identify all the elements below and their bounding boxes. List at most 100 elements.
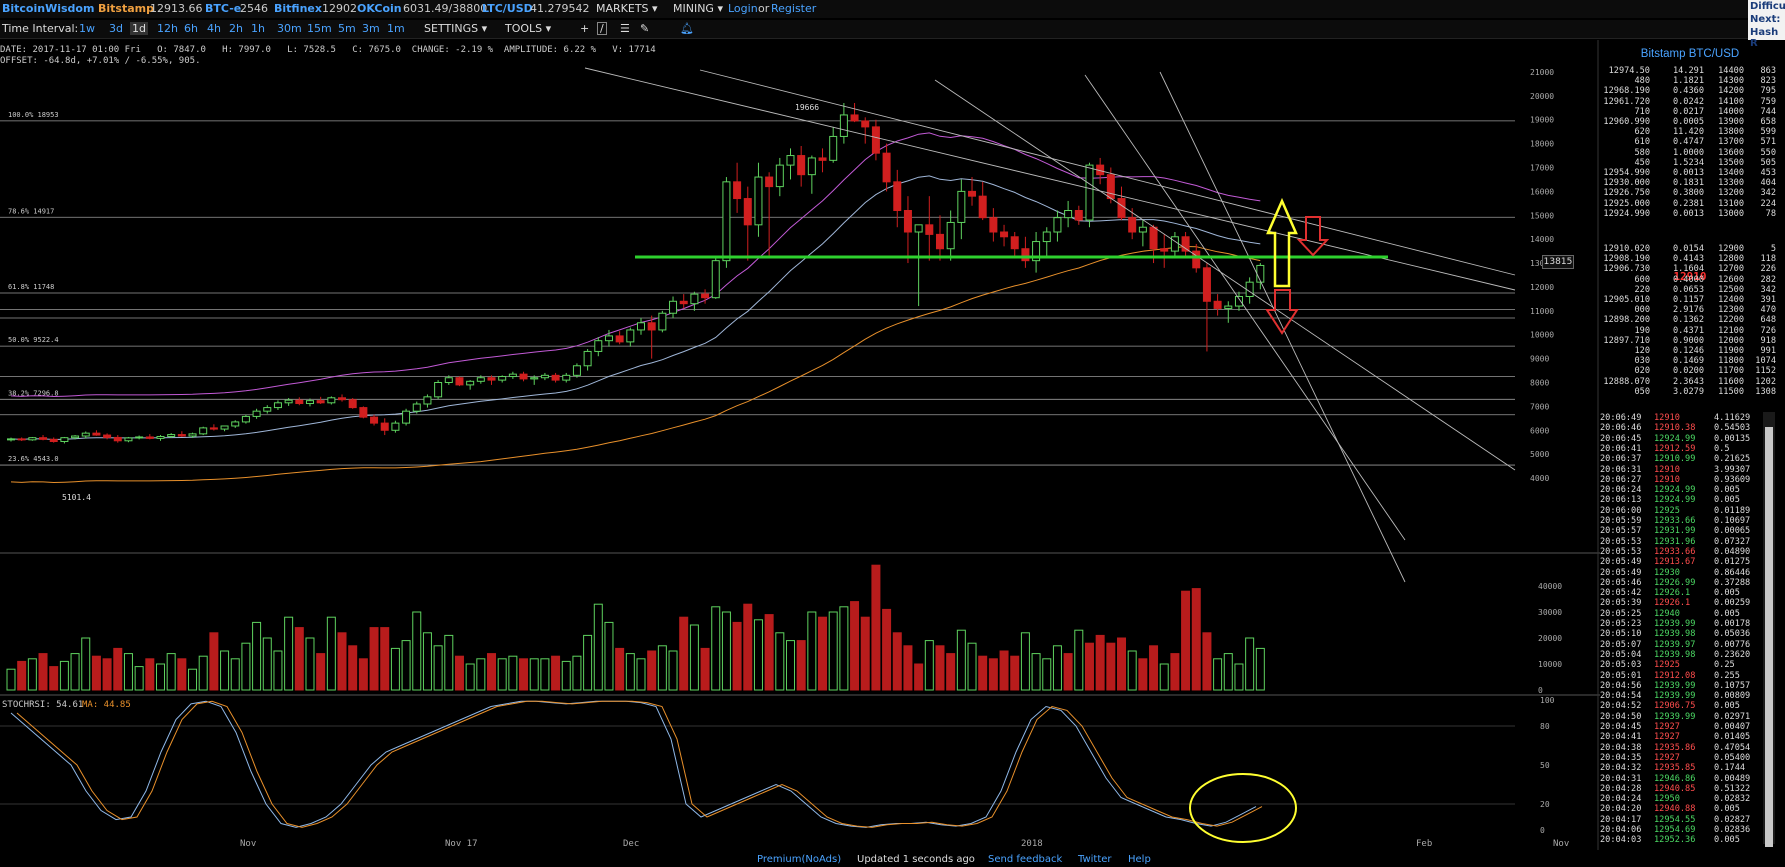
volume-bar xyxy=(1031,653,1041,691)
volume-bar xyxy=(807,611,817,691)
candle-body xyxy=(1234,296,1243,307)
volume-bar xyxy=(657,645,667,691)
trade-row-cell: 0.00776 xyxy=(1714,639,1751,650)
volume-bar xyxy=(70,653,80,691)
trade-row-cell: 0.21625 xyxy=(1714,454,1751,465)
volume-bar xyxy=(380,627,390,691)
trade-row: 20:04:52 12906.75 0.005 xyxy=(1598,701,1782,711)
trade-row-cell: 20:05:25 xyxy=(1600,608,1642,619)
premium-link[interactable]: Premium(NoAds) xyxy=(757,854,841,865)
x-axis-label: 2018 xyxy=(1021,839,1043,849)
trade-row-cell: 0.37288 xyxy=(1714,577,1751,588)
trade-row-cell: 12939.99 xyxy=(1654,711,1696,722)
price-chart[interactable]: 4000500060007000800090001000011000120001… xyxy=(0,0,1600,850)
volume-bar xyxy=(1052,645,1062,691)
ask-row-cell: 550 xyxy=(1760,147,1776,158)
bid-row-cell: 726 xyxy=(1760,325,1776,336)
bid-row-cell: 648 xyxy=(1760,315,1776,326)
candle-body xyxy=(658,312,667,331)
candle-body xyxy=(466,380,475,386)
trade-row: 20:04:41 12927 0.01405 xyxy=(1598,732,1782,742)
ask-row-cell: 1.0000 xyxy=(1672,147,1704,158)
candle-body xyxy=(871,126,880,154)
candle-body xyxy=(935,233,944,250)
bid-row-cell: 11500 xyxy=(1718,386,1744,397)
trade-row: 20:06:46 12910.38 0.54503 xyxy=(1598,423,1782,433)
ask-row-cell: 12926.750 xyxy=(1603,188,1650,199)
stochrsi-line xyxy=(10,700,1257,828)
trade-row-cell: 12927 xyxy=(1654,752,1680,763)
candle-body xyxy=(252,410,261,417)
bid-row-cell: 12100 xyxy=(1718,325,1744,336)
volume-bar xyxy=(956,629,966,691)
bid-row-cell: 12908.190 xyxy=(1603,254,1650,265)
scroll-thumb[interactable] xyxy=(1765,427,1773,847)
trade-row-cell: 0.005 xyxy=(1714,835,1740,846)
trade-row-cell: 20:05:42 xyxy=(1600,588,1642,599)
volume-bar xyxy=(241,642,251,691)
ask-row: 12926.750 0.3800 13200 342 xyxy=(1598,188,1782,198)
price-tick-label: 21000 xyxy=(1530,68,1554,77)
volume-bar xyxy=(540,658,550,691)
bid-row-cell: 12897.710 xyxy=(1603,335,1650,346)
trade-row-cell: 12940.88 xyxy=(1654,804,1696,815)
price-tick-label: 15000 xyxy=(1530,211,1554,220)
candle-body xyxy=(861,120,870,128)
x-axis-label: Nov xyxy=(1553,839,1569,849)
candle-body xyxy=(540,374,549,379)
help-link[interactable]: Help xyxy=(1128,854,1151,865)
volume-bar xyxy=(700,647,710,691)
bid-row-cell: 0.1469 xyxy=(1672,356,1704,367)
candle-body xyxy=(925,224,934,235)
volume-bar xyxy=(604,621,614,691)
trade-row-cell: 12924.99 xyxy=(1654,485,1696,496)
footer: Premium(NoAds) Updated 1 seconds ago Sen… xyxy=(0,853,1785,867)
volume-bar xyxy=(551,655,561,691)
candle-body xyxy=(455,377,464,386)
ask-row-cell: 12925.000 xyxy=(1603,198,1650,209)
candle-body xyxy=(1160,248,1169,252)
candle-body xyxy=(103,434,112,438)
candle-body xyxy=(594,340,603,352)
bid-row-cell: 12910.020 xyxy=(1603,244,1650,254)
trade-row-cell: 12931.99 xyxy=(1654,526,1696,537)
volume-bar xyxy=(935,645,945,691)
price-tick-label: 17000 xyxy=(1530,164,1554,173)
bid-row-cell: 1308 xyxy=(1755,386,1776,397)
volume-tick-label: 30000 xyxy=(1538,608,1562,617)
candle-body xyxy=(487,377,496,381)
candle-body xyxy=(519,373,528,380)
bid-row-cell: 000 xyxy=(1634,305,1650,316)
bid-row: 600 0.4000 12600 282 xyxy=(1598,275,1782,285)
bid-row-cell: 0.0154 xyxy=(1672,244,1704,254)
trade-row-cell: 0.93609 xyxy=(1714,474,1751,485)
candle-body xyxy=(711,260,720,299)
volume-bar xyxy=(465,663,475,691)
volume-bar xyxy=(294,627,304,691)
trade-row-cell: 0.25 xyxy=(1714,660,1735,671)
ask-row-cell: 13700 xyxy=(1718,137,1744,148)
trade-row-cell: 12924.99 xyxy=(1654,433,1696,444)
red-arrow-down xyxy=(1296,216,1330,257)
ask-row-cell: 0.4360 xyxy=(1672,86,1704,97)
twitter-link[interactable]: Twitter xyxy=(1078,854,1112,865)
trade-row-cell: 20:06:31 xyxy=(1600,464,1642,475)
volume-bar xyxy=(497,658,507,691)
trade-row-cell: 20:05:57 xyxy=(1600,526,1642,537)
candle-body xyxy=(1074,210,1083,221)
trade-row-cell: 0.00135 xyxy=(1714,433,1751,444)
trades-scrollbar[interactable] xyxy=(1763,412,1775,847)
price-tick-label: 10000 xyxy=(1530,331,1554,340)
bid-row-cell: 12200 xyxy=(1718,315,1744,326)
low-label: 5101.4 xyxy=(62,493,91,502)
ask-row-cell: 14.291 xyxy=(1672,66,1704,76)
ask-row-cell: 14300 xyxy=(1718,76,1744,87)
candle-body xyxy=(914,224,923,233)
ask-row-cell: 0.0217 xyxy=(1672,106,1704,117)
candle-body xyxy=(1085,164,1094,221)
trade-row-cell: 0.005 xyxy=(1714,804,1740,815)
ask-row-cell: 12961.720 xyxy=(1603,96,1650,107)
send-feedback-link[interactable]: Send feedback xyxy=(988,854,1062,865)
trade-row: 20:06:31 12910 3.99307 xyxy=(1598,465,1782,475)
volume-bar xyxy=(220,650,230,691)
